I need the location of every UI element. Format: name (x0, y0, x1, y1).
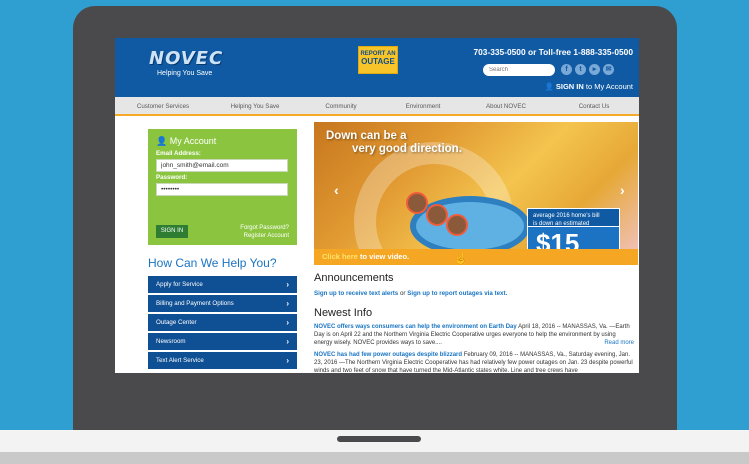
help-item-label: Apply for Service (156, 281, 203, 288)
help-item-apply-for-service[interactable]: Apply for Service › (148, 276, 297, 293)
hero-headline: Down can be a very good direction. (326, 130, 462, 156)
help-item-label: Text Alert Service (156, 357, 204, 364)
email-field[interactable] (156, 159, 288, 172)
chevron-right-icon: › (286, 280, 289, 289)
user-icon: 👤 (544, 82, 554, 91)
search-input[interactable] (483, 64, 555, 76)
account-user-icon: 👤 (156, 136, 168, 146)
chevron-right-icon: › (286, 299, 289, 308)
logo-brand: NOVEC (149, 48, 224, 69)
help-item-label: Billing and Payment Options (156, 300, 234, 307)
password-field[interactable] (156, 183, 288, 196)
news-item-title[interactable]: NOVEC has had few power outages despite … (314, 352, 462, 358)
click-here-text: Click here (322, 252, 358, 261)
child-figure (426, 204, 448, 226)
nav-environment[interactable]: Environment (383, 97, 463, 114)
main-nav: Customer Services Helping You Save Commu… (115, 97, 639, 116)
hero-carousel[interactable]: Down can be a very good direction. avera… (314, 122, 638, 265)
twitter-icon[interactable]: t (575, 64, 586, 75)
announcements-or: or (399, 290, 406, 297)
help-item-text-alert[interactable]: Text Alert Service › (148, 352, 297, 369)
announcements-links: Sign up to receive text alerts or Sign u… (314, 290, 507, 297)
help-item-outage-center[interactable]: Outage Center › (148, 314, 297, 331)
newest-info-heading: Newest Info (314, 307, 373, 319)
read-more-link[interactable]: Read more (604, 339, 634, 347)
nav-helping-you-save[interactable]: Helping You Save (211, 97, 299, 114)
help-item-newsroom[interactable]: Newsroom › (148, 333, 297, 350)
carousel-next-arrow[interactable]: › (620, 182, 625, 198)
nav-community[interactable]: Community (299, 97, 383, 114)
account-title-text: My Account (169, 136, 217, 146)
child-figure (406, 192, 428, 214)
text-alerts-link[interactable]: Sign up to receive text alerts (314, 290, 398, 297)
chevron-right-icon: › (286, 337, 289, 346)
report-outage-button[interactable]: REPORT AN OUTAGE (358, 46, 398, 74)
nav-contact-us[interactable]: Contact Us (549, 97, 639, 114)
nav-about-novec[interactable]: About NOVEC (463, 97, 549, 114)
email-label: Email Address: (156, 150, 201, 157)
phone-numbers: 703-335-0500 or Toll-free 1-888-335-0500 (473, 47, 633, 57)
sign-in-link[interactable]: 👤 SIGN IN to My Account (544, 82, 633, 91)
help-item-label: Outage Center (156, 319, 197, 326)
laptop-notch (337, 436, 421, 442)
youtube-icon[interactable]: ▸ (589, 64, 600, 75)
report-outage-line2: OUTAGE (361, 57, 395, 66)
help-heading: How Can We Help You? (148, 256, 277, 270)
help-item-billing[interactable]: Billing and Payment Options › (148, 295, 297, 312)
news-item-title[interactable]: NOVEC offers ways consumers can help the… (314, 324, 517, 330)
account-links: Forgot Password? Register Account (240, 224, 289, 240)
help-item-label: Newsroom (156, 338, 186, 345)
forgot-password-link[interactable]: Forgot Password? (240, 224, 289, 232)
register-account-link[interactable]: Register Account (240, 232, 289, 240)
announcements-heading: Announcements (314, 272, 394, 284)
chevron-right-icon: › (286, 356, 289, 365)
sign-in-button[interactable]: SIGN IN (156, 225, 188, 238)
hero-headline-line2: very good direction. (352, 143, 462, 155)
report-outages-text-link[interactable]: Sign up to report outages via text. (407, 290, 507, 297)
view-video-link[interactable]: Click here to view video. (314, 249, 638, 265)
logo-tagline: Helping You Save (157, 70, 213, 77)
inner-tube-graphic (410, 196, 530, 256)
sign-in-rest: to My Account (585, 82, 633, 91)
view-video-text: to view video. (359, 252, 410, 261)
novec-logo[interactable]: NOVEC Helping You Save (149, 48, 229, 86)
browser-screen: NOVEC Helping You Save REPORT AN OUTAGE … (115, 38, 639, 373)
hero-headline-line1: Down can be a (326, 130, 407, 142)
hand-cursor-icon: ☝ (454, 253, 468, 265)
child-figure (446, 214, 468, 236)
nav-customer-services[interactable]: Customer Services (115, 97, 211, 114)
savings-badge-line1: average 2016 home's bill (533, 213, 600, 219)
news-item: NOVEC has had few power outages despite … (314, 351, 634, 373)
sign-in-bold: SIGN IN (555, 82, 584, 91)
email-icon[interactable]: ✉ (603, 64, 614, 75)
facebook-icon[interactable]: f (561, 64, 572, 75)
news-item: NOVEC offers ways consumers can help the… (314, 323, 634, 347)
my-account-panel: 👤 My Account Email Address: Password: SI… (148, 129, 297, 245)
carousel-prev-arrow[interactable]: ‹ (334, 182, 339, 198)
site-header: NOVEC Helping You Save REPORT AN OUTAGE … (115, 38, 639, 97)
password-label: Password: (156, 174, 188, 181)
laptop-base-edge (0, 452, 749, 464)
chevron-right-icon: › (286, 318, 289, 327)
account-title: 👤 My Account (156, 136, 289, 147)
